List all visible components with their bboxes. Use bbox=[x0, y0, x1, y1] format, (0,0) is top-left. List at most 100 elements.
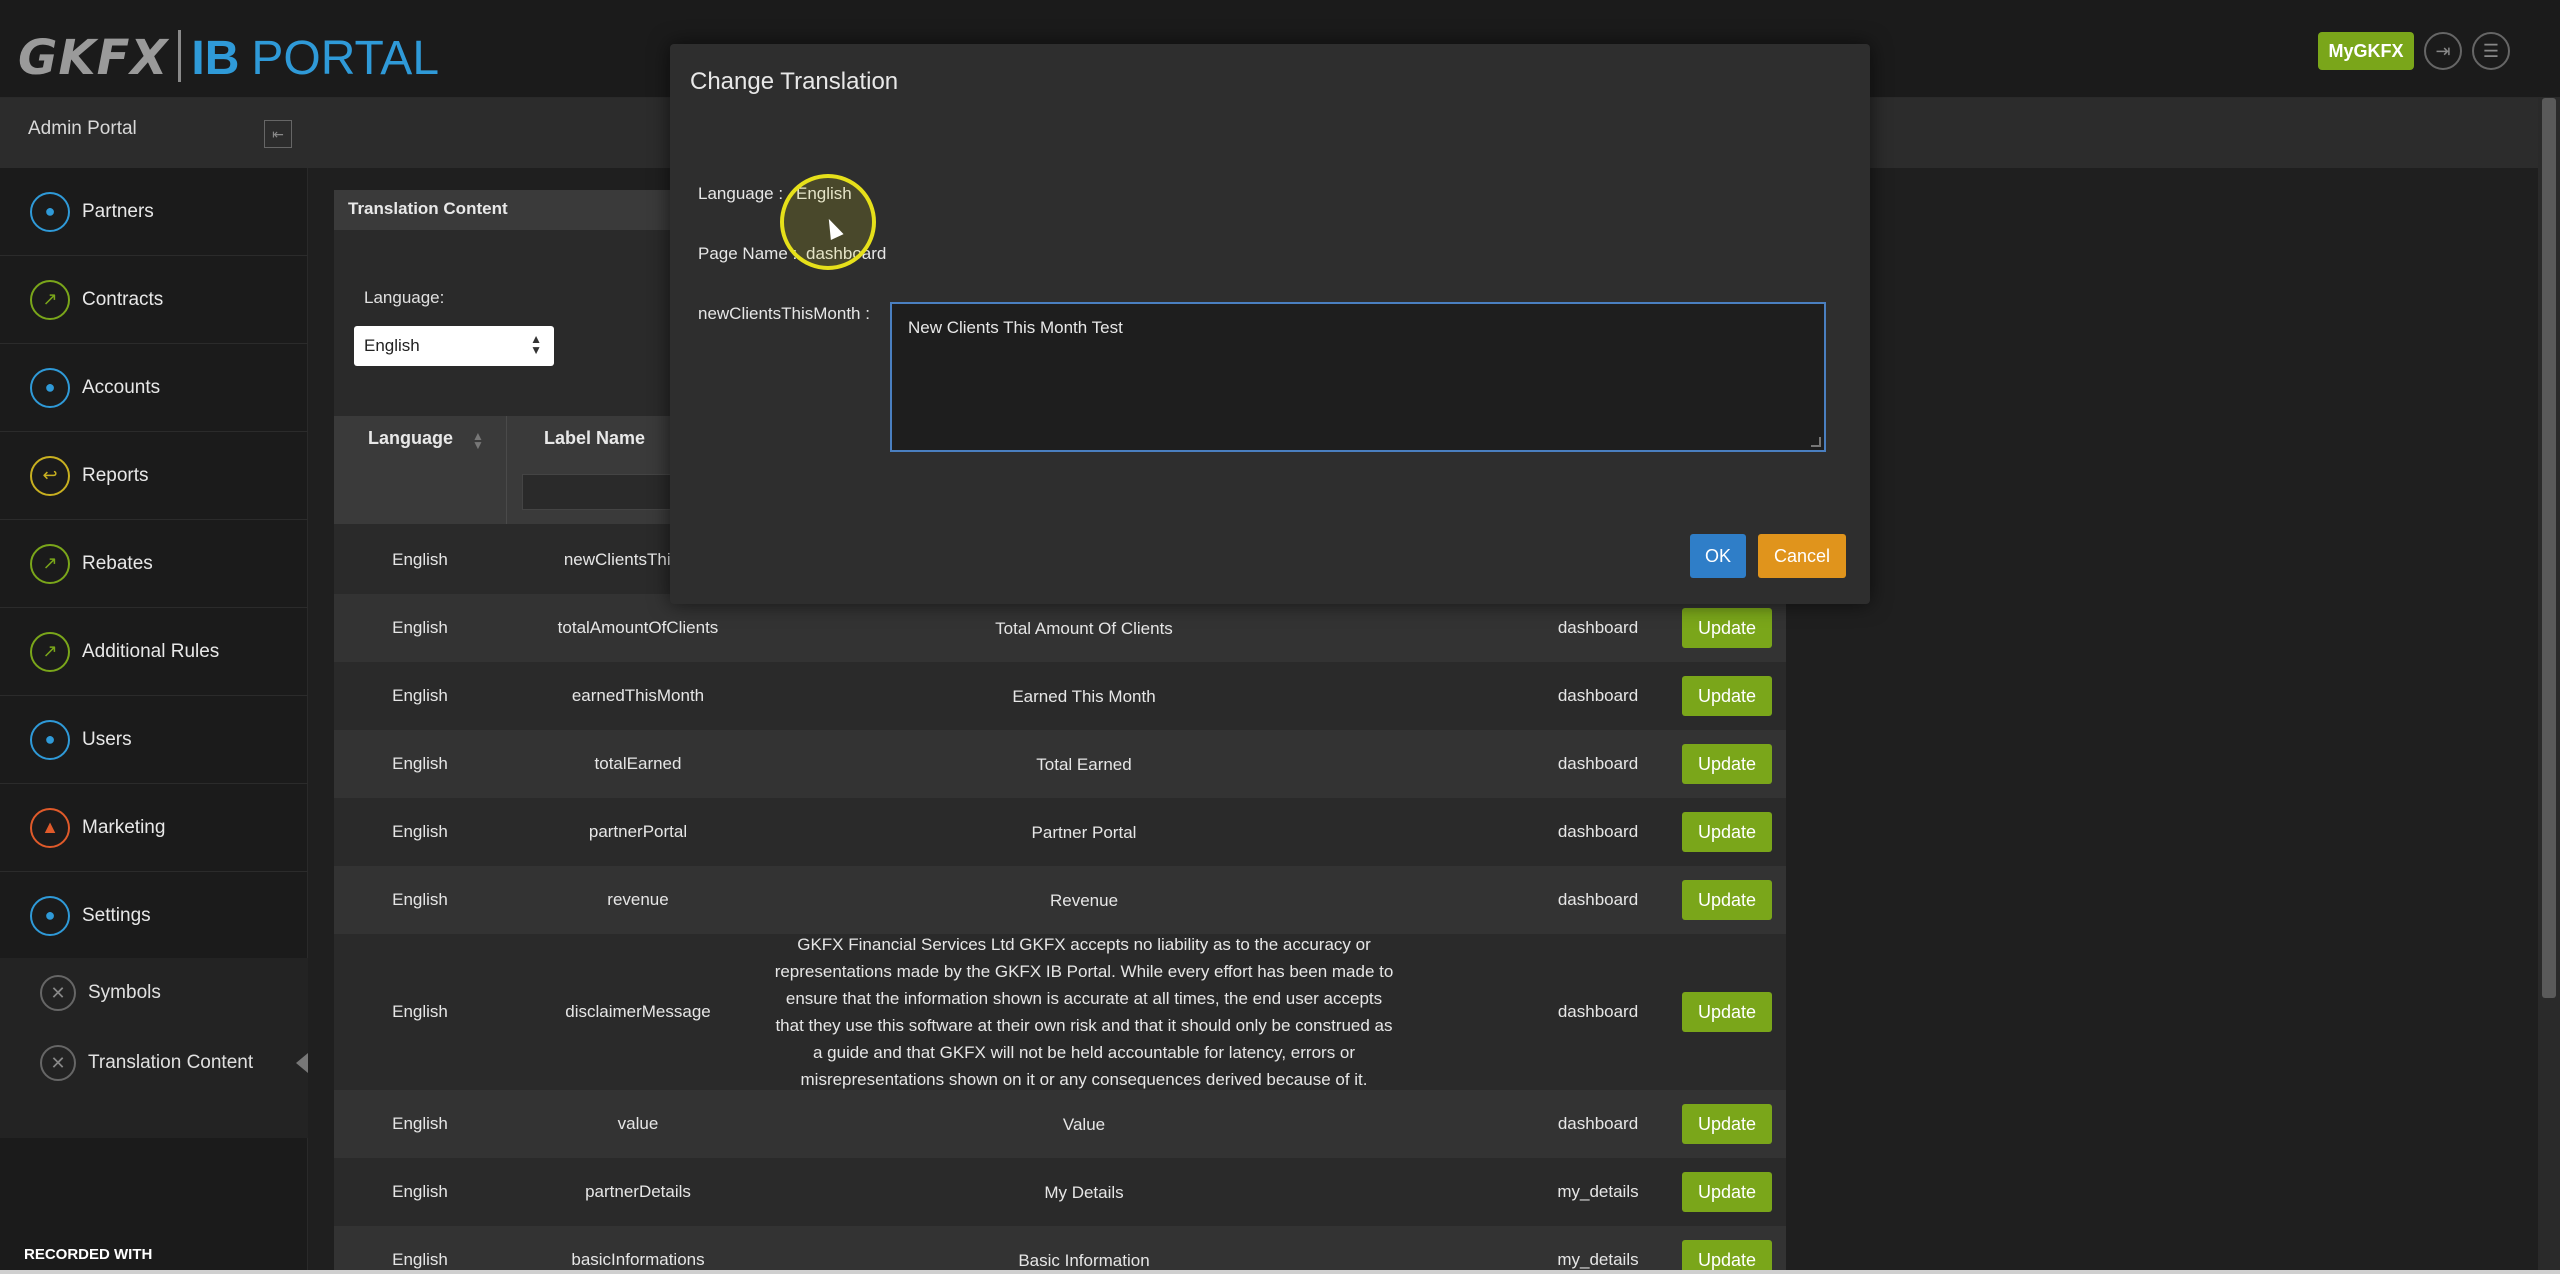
cell-language: English bbox=[392, 550, 448, 569]
cell-label-name: basicInformations bbox=[571, 1250, 705, 1269]
column-divider bbox=[506, 416, 507, 524]
cell-page-name: dashboard bbox=[1557, 822, 1639, 841]
sort-icon[interactable]: ▲ ▼ bbox=[472, 430, 484, 451]
menu-icon[interactable]: ☰ bbox=[2472, 32, 2510, 70]
update-button[interactable]: Update bbox=[1682, 1240, 1772, 1274]
cell-translation: Total Earned bbox=[1036, 754, 1132, 774]
logo-portal: PORTAL bbox=[251, 32, 440, 85]
sidebar-item-label: Contracts bbox=[82, 288, 164, 310]
sidebar-item-rebates[interactable]: ↗ Rebates bbox=[0, 520, 308, 608]
cell-language: English bbox=[392, 618, 448, 637]
user-icon: ● bbox=[30, 895, 70, 936]
collapse-sidebar-button[interactable]: ⇤ bbox=[264, 120, 292, 148]
cell-page-name: dashboard bbox=[1557, 686, 1639, 705]
sidebar-item-label: Partners bbox=[82, 200, 154, 222]
sidebar-item-reports[interactable]: ↩ Reports bbox=[0, 432, 308, 520]
cell-page-name: dashboard bbox=[1557, 754, 1639, 773]
wrench-icon: ✕ bbox=[40, 975, 76, 1011]
modal-title: Change Translation bbox=[690, 68, 899, 95]
cell-label-name: partnerDetails bbox=[585, 1182, 691, 1201]
table-row: English totalEarned Total Earned dashboard U… bbox=[334, 730, 1786, 798]
modal-page-label: Page Name : bbox=[698, 244, 798, 263]
resize-handle[interactable] bbox=[1811, 437, 1821, 447]
sidebar-item-label: Accounts bbox=[82, 376, 161, 398]
column-header-language[interactable]: Language bbox=[368, 428, 453, 449]
sidebar-item-label: Additional Rules bbox=[82, 640, 220, 662]
cell-label-name: totalAmountOfClients bbox=[557, 618, 719, 637]
table-row: English partnerDetails My Details my_detail… bbox=[334, 1158, 1786, 1226]
logout-icon[interactable]: ⇥ bbox=[2424, 32, 2462, 70]
settings-submenu: ✕ Symbols ✕ Translation Content bbox=[0, 958, 308, 1138]
sidebar-item-settings[interactable]: ● Settings bbox=[0, 872, 308, 960]
sidebar-item-contracts[interactable]: ↗ Contracts bbox=[0, 256, 308, 344]
sidebar-item-marketing[interactable]: ▲ Marketing bbox=[0, 784, 308, 872]
cell-label-name: disclaimerMessage bbox=[565, 1002, 711, 1021]
chart-icon: ↗ bbox=[30, 279, 70, 320]
table-row: English disclaimerMessage GKFX Financial S… bbox=[334, 934, 1786, 1090]
cell-page-name: dashboard bbox=[1557, 618, 1639, 637]
cell-page-name: dashboard bbox=[1557, 890, 1639, 909]
language-select[interactable]: English ▲ ▼ bbox=[354, 326, 554, 366]
cell-label-name: revenue bbox=[607, 890, 669, 909]
sidebar-item-accounts[interactable]: ● Accounts bbox=[0, 344, 308, 432]
ok-button[interactable]: OK bbox=[1690, 534, 1746, 578]
update-button[interactable]: Update bbox=[1682, 1172, 1772, 1212]
cell-label-name: value bbox=[617, 1114, 659, 1133]
cell-page-name: my_details bbox=[1557, 1250, 1639, 1269]
sidebar-subitem-label: Translation Content bbox=[88, 1052, 254, 1073]
user-icon: ● bbox=[30, 191, 70, 232]
language-select-value: English bbox=[364, 336, 420, 355]
translation-text: New Clients This Month Test bbox=[908, 318, 1123, 337]
update-button[interactable]: Update bbox=[1682, 1104, 1772, 1144]
cell-translation: Total Amount Of Clients bbox=[995, 618, 1173, 638]
column-header-label-name[interactable]: Label Name bbox=[544, 428, 645, 449]
update-button[interactable]: Update bbox=[1682, 744, 1772, 784]
sidebar-subitem-symbols[interactable]: ✕ Symbols bbox=[0, 958, 308, 1028]
cell-language: English bbox=[392, 822, 448, 841]
mygkfx-button[interactable]: MyGKFX bbox=[2318, 32, 2414, 70]
sidebar-subitem-translation-content[interactable]: ✕ Translation Content bbox=[0, 1028, 308, 1098]
cancel-button[interactable]: Cancel bbox=[1758, 534, 1846, 578]
scrollbar-thumb[interactable] bbox=[2542, 98, 2556, 998]
chart-icon: ↗ bbox=[30, 543, 70, 584]
cell-translation: Value bbox=[1062, 1114, 1106, 1134]
update-button[interactable]: Update bbox=[1682, 880, 1772, 920]
sidebar-item-partners[interactable]: ● Partners bbox=[0, 168, 308, 256]
admin-portal-title: Admin Portal bbox=[28, 118, 137, 139]
cell-page-name: dashboard bbox=[1557, 1114, 1639, 1133]
update-button[interactable]: Update bbox=[1682, 608, 1772, 648]
update-button[interactable]: Update bbox=[1682, 992, 1772, 1032]
table-row: English partnerPortal Partner Portal dashbo… bbox=[334, 798, 1786, 866]
sidebar-item-label: Reports bbox=[82, 464, 149, 486]
reply-icon: ↩ bbox=[30, 455, 70, 496]
table-row: English revenue Revenue dashboard Update bbox=[334, 866, 1786, 934]
label-filter-input[interactable] bbox=[522, 474, 682, 510]
cell-label-name: earnedThisMonth bbox=[571, 686, 705, 705]
cell-language: English bbox=[392, 1182, 448, 1201]
cell-language: English bbox=[392, 1250, 448, 1269]
modal-language-label: Language : bbox=[698, 184, 784, 203]
cell-language: English bbox=[392, 686, 448, 705]
panel-title: Translation Content bbox=[348, 199, 508, 218]
sidebar: ● Partners ↗ Contracts ● Accounts ↩ Repo… bbox=[0, 168, 308, 1274]
cell-translation: Basic Information bbox=[1018, 1250, 1150, 1270]
cell-language: English bbox=[392, 890, 448, 909]
cell-language: English bbox=[392, 1114, 448, 1133]
translation-textarea[interactable]: New Clients This Month Test bbox=[890, 302, 1826, 452]
recorded-with-watermark: RECORDED WITH bbox=[24, 1246, 153, 1263]
sidebar-item-additional-rules[interactable]: ↗ Additional Rules bbox=[0, 608, 308, 696]
logo-ib: IB bbox=[191, 32, 240, 85]
sidebar-item-label: Users bbox=[82, 728, 132, 750]
select-arrows-icon: ▲ ▼ bbox=[530, 332, 542, 357]
update-button[interactable]: Update bbox=[1682, 676, 1772, 716]
sidebar-item-users[interactable]: ● Users bbox=[0, 696, 308, 784]
bottom-strip bbox=[0, 1270, 2560, 1274]
cell-translation: My Details bbox=[1044, 1182, 1124, 1202]
table-row: English basicInformations Basic Informatio… bbox=[334, 1226, 1786, 1274]
active-indicator bbox=[296, 1053, 308, 1073]
sidebar-subitem-label: Symbols bbox=[88, 982, 161, 1003]
update-button[interactable]: Update bbox=[1682, 812, 1772, 852]
modal-field-label: newClientsThisMonth : bbox=[698, 304, 870, 323]
cell-translation: GKFX Financial Services Ltd GKFX accepts… bbox=[774, 935, 1394, 1089]
chart-icon: ↗ bbox=[30, 631, 70, 672]
